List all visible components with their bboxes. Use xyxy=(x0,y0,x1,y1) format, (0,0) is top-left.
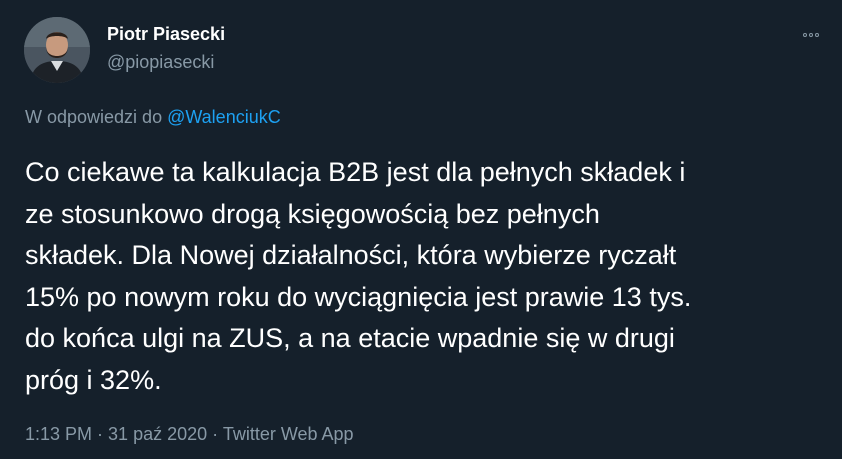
author-handle[interactable]: @piopiasecki xyxy=(107,52,214,73)
tweet-time-link[interactable]: 1:13 PM xyxy=(25,424,92,444)
meta-separator: · xyxy=(92,424,109,444)
reply-prefix: W odpowiedzi do xyxy=(25,107,168,127)
reply-mention-link[interactable]: @WalenciukC xyxy=(167,107,281,127)
avatar[interactable] xyxy=(24,17,90,83)
tweet-source-link[interactable]: Twitter Web App xyxy=(223,424,354,444)
tweet-date-link[interactable]: 31 paź 2020 xyxy=(108,424,207,444)
meta-separator: · xyxy=(207,424,223,444)
more-options-icon[interactable] xyxy=(796,22,826,48)
author-name[interactable]: Piotr Piasecki xyxy=(107,24,225,45)
reply-context: W odpowiedzi do @WalenciukC xyxy=(25,107,281,128)
more-dot xyxy=(815,33,819,37)
tweet-meta: 1:13 PM · 31 paź 2020 · Twitter Web App xyxy=(25,424,354,445)
tweet-text: Co ciekawe ta kalkulacja B2B jest dla pe… xyxy=(25,157,692,395)
more-dot xyxy=(803,33,807,37)
avatar-photo xyxy=(24,17,90,83)
more-dot xyxy=(809,33,813,37)
tweet-card: Piotr Piasecki @piopiasecki W odpowiedzi… xyxy=(0,0,842,459)
